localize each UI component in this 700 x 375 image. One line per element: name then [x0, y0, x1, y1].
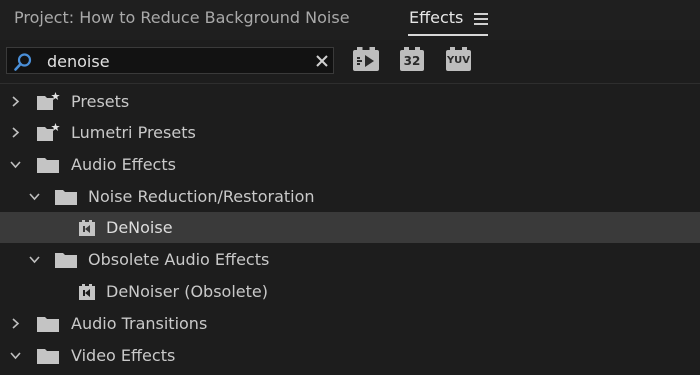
search-box[interactable]	[6, 47, 334, 74]
folder-icon	[55, 190, 77, 205]
tab-project[interactable]: Project: How to Reduce Background Noise	[14, 8, 350, 27]
chevron-down-icon[interactable]	[10, 159, 21, 170]
yuv-label: YUV	[446, 55, 471, 66]
folder-icon	[37, 317, 59, 332]
tree-item-label: Presets	[71, 92, 130, 111]
chevron-right-icon[interactable]	[10, 318, 21, 329]
chevron-right-icon[interactable]	[10, 127, 21, 138]
tree-item-audio-effects[interactable]: Audio Effects	[0, 149, 700, 180]
clear-search-icon[interactable]	[314, 53, 330, 69]
tree-item-audio-transitions[interactable]: Audio Transitions	[0, 308, 700, 339]
tree-item-obsolete-audio-effects[interactable]: Obsolete Audio Effects	[0, 244, 700, 275]
tree-item-label: DeNoiser (Obsolete)	[106, 282, 268, 301]
tree-item-label: Noise Reduction/Restoration	[88, 187, 315, 206]
tree-item-label: Audio Transitions	[71, 314, 208, 333]
folder-icon	[55, 253, 77, 268]
folder-icon	[37, 158, 59, 173]
tab-effects[interactable]: Effects	[409, 8, 463, 27]
chevron-down-icon[interactable]	[29, 191, 40, 202]
audio-effect-icon	[79, 220, 95, 236]
accelerated-effects-filter[interactable]	[353, 47, 379, 71]
folder-star-icon	[37, 123, 60, 141]
audio-effect-icon	[79, 284, 95, 300]
divider	[0, 83, 700, 84]
panel-menu-icon[interactable]	[474, 13, 488, 25]
tree-item-noise-reduction[interactable]: Noise Reduction/Restoration	[0, 181, 700, 212]
tree-item-presets[interactable]: Presets	[0, 86, 700, 117]
chevron-down-icon[interactable]	[10, 350, 21, 361]
folder-star-icon	[37, 92, 60, 110]
panel-header: Project: How to Reduce Background Noise …	[0, 0, 700, 40]
tree-item-label: Audio Effects	[71, 155, 176, 174]
search-input[interactable]	[47, 50, 307, 72]
tree-item-label: DeNoise	[106, 218, 173, 237]
tree-item-lumetri-presets[interactable]: Lumetri Presets	[0, 117, 700, 148]
tree-item-video-effects[interactable]: Video Effects	[0, 340, 700, 371]
search-icon	[14, 53, 32, 71]
accelerated-effects-icon	[357, 54, 374, 67]
tree-item-denoise[interactable]: DeNoise	[0, 212, 700, 243]
folder-icon	[37, 349, 59, 364]
tree-item-denoiser-obsolete[interactable]: DeNoiser (Obsolete)	[0, 276, 700, 307]
active-tab-indicator	[408, 34, 488, 36]
chevron-right-icon[interactable]	[10, 96, 21, 107]
chevron-down-icon[interactable]	[29, 254, 40, 265]
tree-item-label: Obsolete Audio Effects	[88, 250, 270, 269]
tree-item-label: Lumetri Presets	[71, 123, 196, 142]
tree-item-label: Video Effects	[71, 346, 176, 365]
yuv-filter[interactable]: YUV	[446, 47, 471, 71]
32-bit-label: 32	[403, 53, 421, 68]
32-bit-filter[interactable]: 32	[400, 47, 424, 71]
